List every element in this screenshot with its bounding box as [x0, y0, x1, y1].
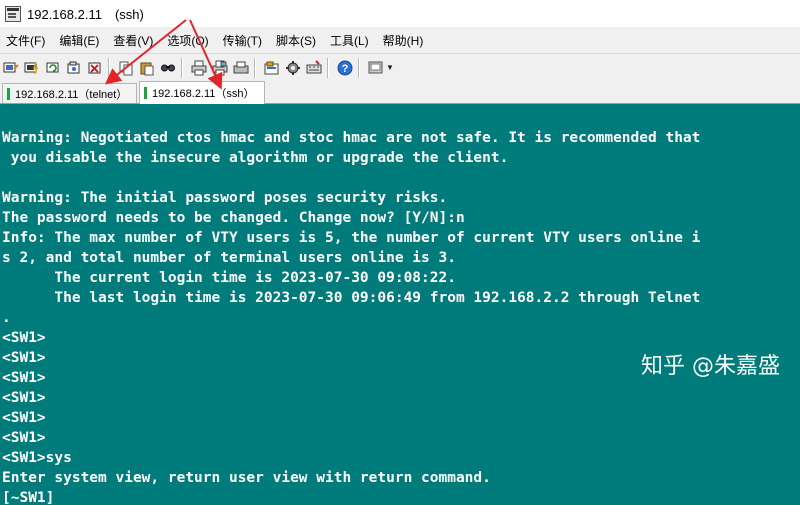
terminal-line: <SW1>: [2, 430, 46, 446]
terminal-line: .: [2, 310, 11, 326]
terminal-line: Enter system view, return user view with…: [2, 470, 491, 486]
global-options-icon[interactable]: [284, 59, 302, 77]
sftp-icon[interactable]: [367, 59, 385, 77]
connect-in-tab-icon[interactable]: [65, 59, 83, 77]
menu-file[interactable]: 文件(F): [0, 32, 52, 49]
terminal-line: <SW1>: [2, 370, 46, 386]
watermark: 知乎 @朱嘉盛: [641, 354, 780, 379]
terminal-area[interactable]: Warning: Negotiated ctos hmac and stoc h…: [0, 104, 800, 505]
print-screen-icon[interactable]: [232, 59, 250, 77]
connection-status-icon: [144, 87, 147, 99]
terminal-line: The password needs to be changed. Change…: [2, 210, 465, 226]
tab-label: 192.168.2.11（ssh）: [152, 88, 255, 100]
toolbar-separator: [254, 57, 256, 78]
title-bar: 192.168.2.11 (ssh): [0, 0, 800, 27]
connection-status-icon: [7, 87, 10, 100]
terminal-line: Warning: The initial password poses secu…: [2, 190, 448, 206]
terminal-line: <SW1>: [2, 390, 46, 406]
tab-telnet-session[interactable]: 192.168.2.11（telnet）: [2, 83, 137, 103]
session-options-icon[interactable]: [263, 59, 281, 77]
app-icon: [5, 5, 21, 22]
terminal-line: <SW1>: [2, 410, 46, 426]
menu-help[interactable]: 帮助(H): [376, 32, 431, 49]
connect-icon[interactable]: [2, 59, 20, 77]
toolbar: ? ▼: [0, 53, 800, 81]
terminal-line: you disable the insecure algorithm or up…: [2, 150, 509, 166]
window-title: 192.168.2.11 (ssh): [27, 7, 144, 22]
menu-options[interactable]: 选项(O): [160, 32, 215, 49]
terminal-line: Warning: Negotiated ctos hmac and stoc h…: [2, 130, 701, 146]
terminal-line: s 2, and total number of terminal users …: [2, 250, 456, 266]
dropdown-icon[interactable]: ▼: [386, 63, 394, 72]
menu-script[interactable]: 脚本(S): [269, 32, 323, 49]
menu-transfer[interactable]: 传输(T): [216, 32, 269, 49]
terminal-line: <SW1>: [2, 330, 46, 346]
terminal-line: Info: The max number of VTY users is 5, …: [2, 230, 701, 246]
quick-connect-icon[interactable]: [23, 59, 41, 77]
menu-bar: 文件(F) 编辑(E) 查看(V) 选项(O) 传输(T) 脚本(S) 工具(L…: [0, 29, 800, 51]
find-icon[interactable]: [159, 59, 177, 77]
help-icon[interactable]: ?: [336, 59, 354, 77]
toolbar-separator: [358, 57, 360, 78]
paste-icon[interactable]: [138, 59, 156, 77]
terminal-line: <SW1>sys: [2, 450, 72, 466]
terminal-line: <SW1>: [2, 350, 46, 366]
terminal-output: Warning: Negotiated ctos hmac and stoc h…: [2, 128, 700, 505]
toolbar-separator: [327, 57, 329, 78]
disconnect-icon[interactable]: [86, 59, 104, 77]
toolbar-separator: [181, 57, 183, 78]
keymap-icon[interactable]: [305, 59, 323, 77]
terminal-line: [~SW1]: [2, 490, 55, 505]
terminal-line: The last login time is 2023-07-30 09:06:…: [2, 290, 701, 306]
menu-view[interactable]: 查看(V): [106, 32, 160, 49]
menu-tools[interactable]: 工具(L): [323, 32, 376, 49]
copy-icon[interactable]: [117, 59, 135, 77]
toolbar-separator: [108, 57, 110, 78]
menu-edit[interactable]: 编辑(E): [52, 32, 106, 49]
session-tab-bar: 192.168.2.11（telnet） 192.168.2.11（ssh）: [0, 81, 800, 104]
tab-label: 192.168.2.11（telnet）: [15, 88, 128, 101]
tab-ssh-session[interactable]: 192.168.2.11（ssh）: [139, 81, 265, 104]
terminal-line: The current login time is 2023-07-30 09:…: [2, 270, 456, 286]
svg-text:?: ?: [342, 63, 349, 75]
reconnect-icon[interactable]: [44, 59, 62, 77]
print-icon[interactable]: [190, 59, 208, 77]
print-setup-icon[interactable]: [211, 59, 229, 77]
